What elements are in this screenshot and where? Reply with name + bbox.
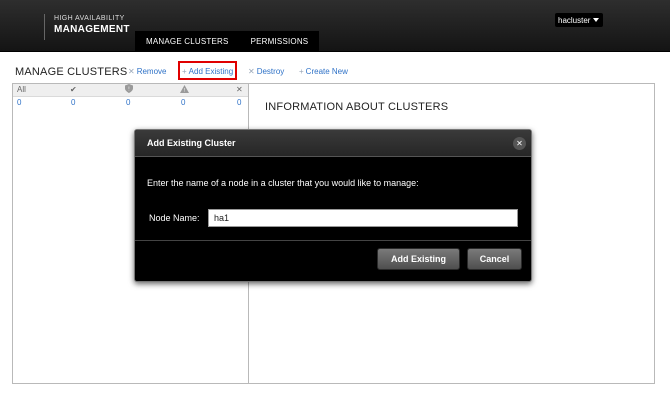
info-title: INFORMATION ABOUT CLUSTERS	[265, 101, 449, 113]
remove-label: Remove	[136, 67, 167, 76]
status-all-label[interactable]: All	[17, 84, 26, 96]
svg-text:!: !	[128, 86, 129, 92]
count-all[interactable]: 0	[17, 97, 21, 109]
x-icon[interactable]: ✕	[236, 84, 243, 96]
user-name: hacluster	[558, 15, 591, 25]
add-existing-cluster-dialog: Add Existing Cluster ✕ Enter the name of…	[134, 129, 532, 282]
close-icon[interactable]: ✕	[513, 137, 526, 150]
create-new-label: Create New	[305, 67, 348, 76]
tab-permissions[interactable]: PERMISSIONS	[240, 31, 320, 52]
add-existing-button[interactable]: + Add Existing	[182, 67, 233, 76]
top-header: HIGH AVAILABILITY MANAGEMENT MANAGE CLUS…	[0, 0, 670, 52]
user-menu[interactable]: hacluster	[555, 13, 603, 27]
svg-text:!: !	[184, 88, 185, 93]
x-icon: ✕	[248, 67, 255, 76]
main-nav: MANAGE CLUSTERS PERMISSIONS	[135, 31, 320, 52]
plus-icon: +	[299, 67, 304, 76]
remove-button[interactable]: ✕ Remove	[128, 67, 167, 76]
add-existing-label: Add Existing	[188, 67, 234, 76]
count-error[interactable]: 0	[126, 97, 130, 109]
count-ok[interactable]: 0	[71, 97, 75, 109]
node-name-label: Node Name:	[149, 213, 200, 223]
node-name-input[interactable]	[208, 209, 518, 227]
brand-line-2: MANAGEMENT	[54, 24, 130, 35]
shield-icon[interactable]: !	[125, 84, 133, 96]
create-new-button[interactable]: + Create New	[299, 67, 348, 76]
add-existing-submit-button[interactable]: Add Existing	[377, 248, 460, 270]
x-icon: ✕	[128, 67, 135, 76]
dialog-title: Add Existing Cluster	[147, 138, 236, 148]
status-header: All ✔ ! ! ✕	[13, 84, 248, 97]
app-brand: HIGH AVAILABILITY MANAGEMENT	[44, 14, 130, 40]
dialog-divider	[135, 240, 531, 241]
count-unknown[interactable]: 0	[237, 97, 241, 109]
warning-icon[interactable]: !	[180, 84, 189, 96]
dialog-prompt: Enter the name of a node in a cluster th…	[147, 178, 419, 188]
brand-line-1: HIGH AVAILABILITY	[54, 15, 125, 22]
cancel-button[interactable]: Cancel	[467, 248, 522, 270]
count-warning[interactable]: 0	[181, 97, 185, 109]
destroy-label: Destroy	[256, 67, 285, 76]
status-counts: 0 0 0 0 0	[13, 97, 248, 109]
plus-icon: +	[182, 67, 187, 76]
check-icon[interactable]: ✔	[70, 84, 77, 96]
page-title: MANAGE CLUSTERS	[15, 66, 128, 78]
chevron-down-icon	[593, 18, 600, 22]
destroy-button[interactable]: ✕ Destroy	[248, 67, 284, 76]
tab-manage-clusters[interactable]: MANAGE CLUSTERS	[135, 31, 240, 52]
dialog-header: Add Existing Cluster ✕	[135, 130, 531, 157]
